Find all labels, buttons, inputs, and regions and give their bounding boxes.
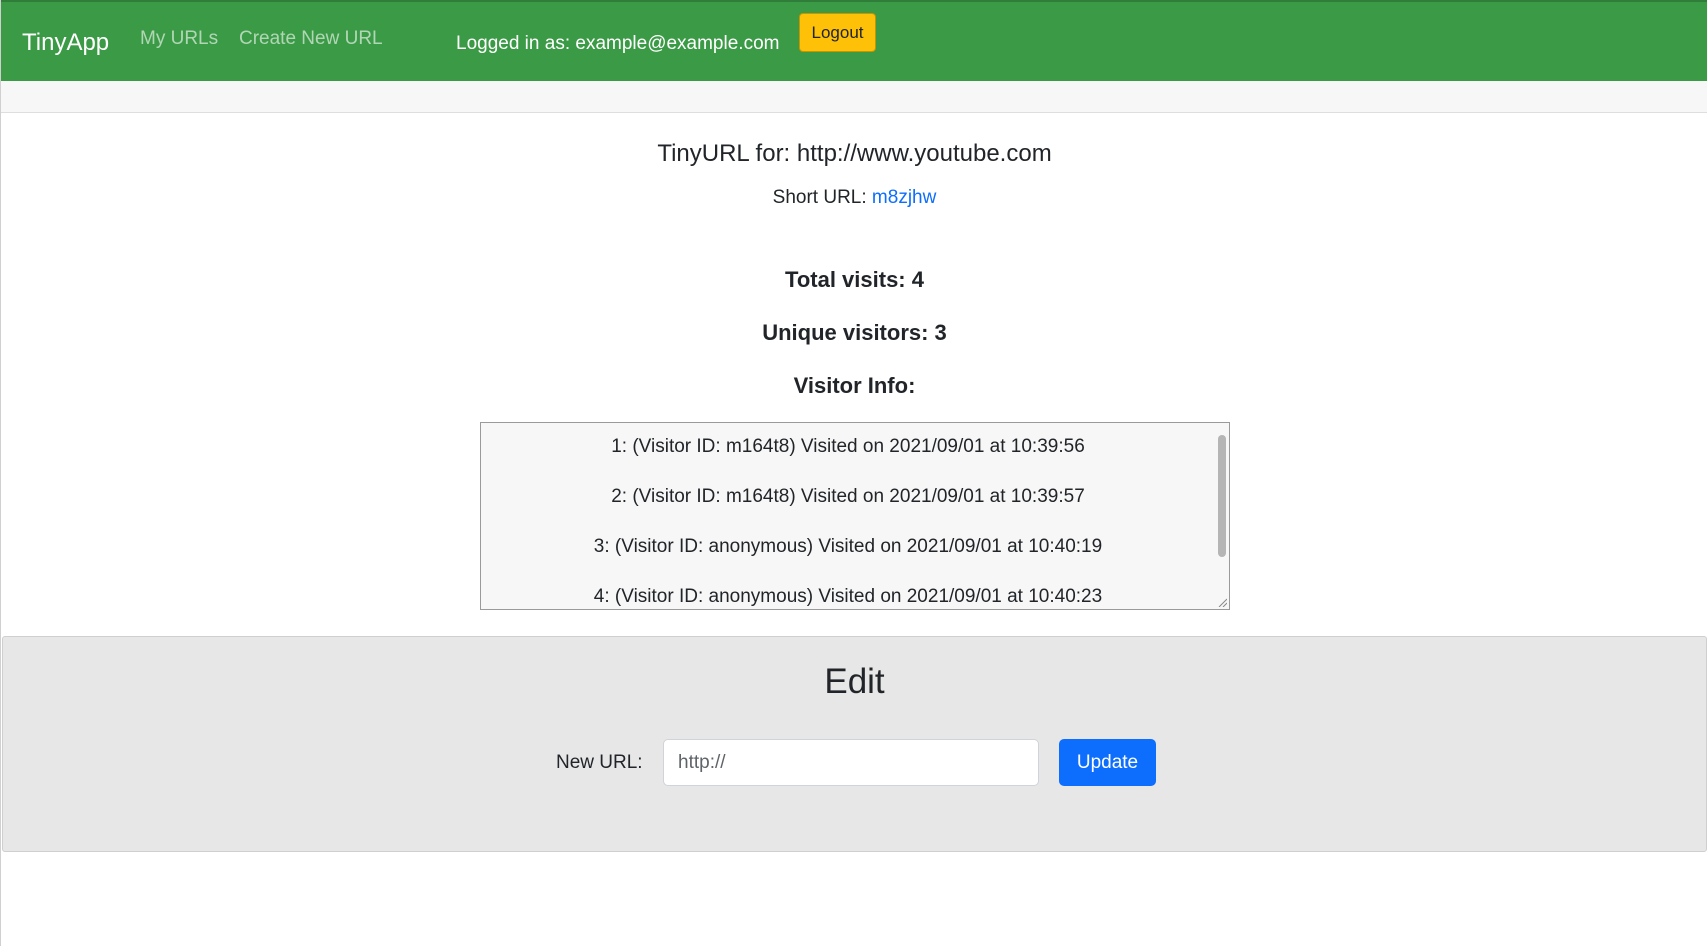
nav-link-my-urls[interactable]: My URLs [140, 26, 218, 52]
page-title: TinyURL for: http://www.youtube.com [657, 140, 1052, 167]
short-url-link[interactable]: m8zjhw [872, 187, 936, 208]
nav-link-create-new-url[interactable]: Create New URL [239, 26, 383, 52]
header-subbar [1, 81, 1707, 113]
visitor-info-list-box[interactable]: 1: (Visitor ID: m164t8) Visited on 2021/… [480, 422, 1230, 610]
short-url-row: Short URL: m8zjhw [1, 185, 1707, 211]
new-url-input[interactable] [663, 739, 1039, 786]
edit-heading: Edit [824, 662, 885, 701]
visitor-info-heading: Visitor Info: [793, 373, 916, 398]
list-item: 2: (Visitor ID: m164t8) Visited on 2021/… [611, 486, 1085, 507]
navbar: TinyApp My URLs Create New URL Logged in… [1, 0, 1707, 81]
logout-button[interactable]: Logout [799, 13, 876, 52]
resize-handle-icon[interactable] [1217, 597, 1227, 607]
list-item: 4: (Visitor ID: anonymous) Visited on 20… [593, 586, 1103, 607]
update-button[interactable]: Update [1059, 739, 1156, 786]
total-visits: Total visits: 4 [785, 267, 924, 292]
list-item: 1: (Visitor ID: m164t8) Visited on 2021/… [611, 436, 1085, 457]
scrollbar-thumb[interactable] [1218, 435, 1226, 557]
list-item: 3: (Visitor ID: anonymous) Visited on 20… [593, 536, 1103, 557]
edit-panel: Edit New URL: Update [2, 636, 1707, 852]
short-url-label: Short URL: [772, 187, 872, 208]
visitor-list: 1: (Visitor ID: m164t8) Visited on 2021/… [481, 436, 1215, 609]
unique-visitors: Unique visitors: 3 [762, 320, 947, 345]
new-url-label: New URL: [556, 752, 643, 773]
logged-in-status: Logged in as: example@example.com [456, 33, 780, 54]
page: TinyApp My URLs Create New URL Logged in… [0, 0, 1707, 946]
brand-logo[interactable]: TinyApp [22, 28, 109, 58]
